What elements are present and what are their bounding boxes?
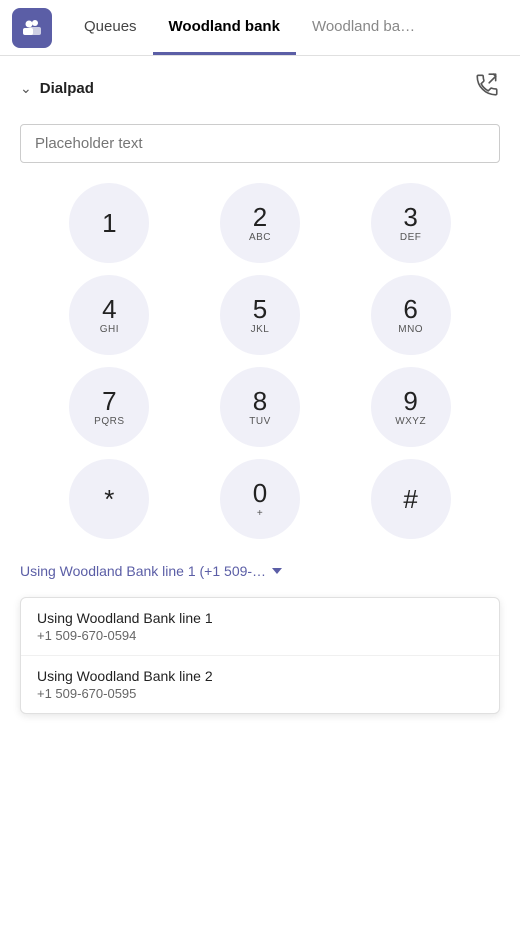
dial-letters: TUV [249,416,271,427]
dropdown-arrow-icon [272,568,282,574]
dialpad-search-input[interactable] [20,124,500,163]
dial-number: 9 [403,387,417,416]
dial-letters: MNO [398,324,423,335]
dial-button-0[interactable]: 0+ [220,459,300,539]
dial-letters: PQRS [94,416,124,427]
dial-number: 3 [403,203,417,232]
tab-queues[interactable]: Queues [68,0,153,55]
dialpad-toggle[interactable]: ⌄ Dialpad [20,80,94,97]
dial-number: * [104,485,114,514]
header: Queues Woodland bank Woodland ba… [0,0,520,56]
dial-letters: DEF [400,232,422,243]
dial-number: # [403,485,417,514]
tab-woodland-bank[interactable]: Woodland bank [153,0,296,55]
dial-number: 4 [102,295,116,324]
dropdown-item-title: Using Woodland Bank line 1 [37,610,483,626]
dialpad-label: Dialpad [40,80,94,97]
dial-number: 0 [253,479,267,508]
chevron-down-icon: ⌄ [20,80,32,97]
dial-number: 5 [253,295,267,324]
dial-number: 1 [102,209,116,238]
dial-button-5[interactable]: 5JKL [220,275,300,355]
dial-number: 8 [253,387,267,416]
teams-logo [12,8,52,48]
dial-button-8[interactable]: 8TUV [220,367,300,447]
dropdown-item-title: Using Woodland Bank line 2 [37,668,483,684]
dial-letters: JKL [251,324,270,335]
dial-button-2[interactable]: 2ABC [220,183,300,263]
line-selected-button[interactable]: Using Woodland Bank line 1 (+1 509-… [20,563,282,579]
dial-button-3[interactable]: 3DEF [371,183,451,263]
dial-number: 6 [403,295,417,324]
dialpad-grid: 12ABC3DEF4GHI5JKL6MNO7PQRS8TUV9WXYZ*0+# [0,183,520,539]
dial-button-*[interactable]: * [69,459,149,539]
dropdown-item-subtitle: +1 509-670-0594 [37,628,483,643]
dial-letters: GHI [100,324,119,335]
dial-letters: + [257,508,263,519]
dial-number: 2 [253,203,267,232]
dial-letters: WXYZ [395,416,426,427]
dial-number: 7 [102,387,116,416]
dial-button-#[interactable]: # [371,459,451,539]
phone-icon[interactable] [474,72,500,104]
line-selector: Using Woodland Bank line 1 (+1 509-… [0,563,520,597]
dial-button-7[interactable]: 7PQRS [69,367,149,447]
dialpad-header: ⌄ Dialpad [0,56,520,112]
line-selected-label: Using Woodland Bank line 1 (+1 509-… [20,563,266,579]
dropdown-list: Using Woodland Bank line 1 +1 509-670-059… [20,597,500,714]
dropdown-item-subtitle: +1 509-670-0595 [37,686,483,701]
dropdown-item-1[interactable]: Using Woodland Bank line 1 +1 509-670-059… [21,598,499,656]
dial-button-6[interactable]: 6MNO [371,275,451,355]
search-container [0,112,520,183]
dial-button-4[interactable]: 4GHI [69,275,149,355]
nav-tabs: Queues Woodland bank Woodland ba… [68,0,508,55]
dial-letters: ABC [249,232,271,243]
dial-button-9[interactable]: 9WXYZ [371,367,451,447]
dropdown-item-2[interactable]: Using Woodland Bank line 2 +1 509-670-059… [21,656,499,713]
dial-button-1[interactable]: 1 [69,183,149,263]
tab-woodland-ba[interactable]: Woodland ba… [296,0,431,55]
